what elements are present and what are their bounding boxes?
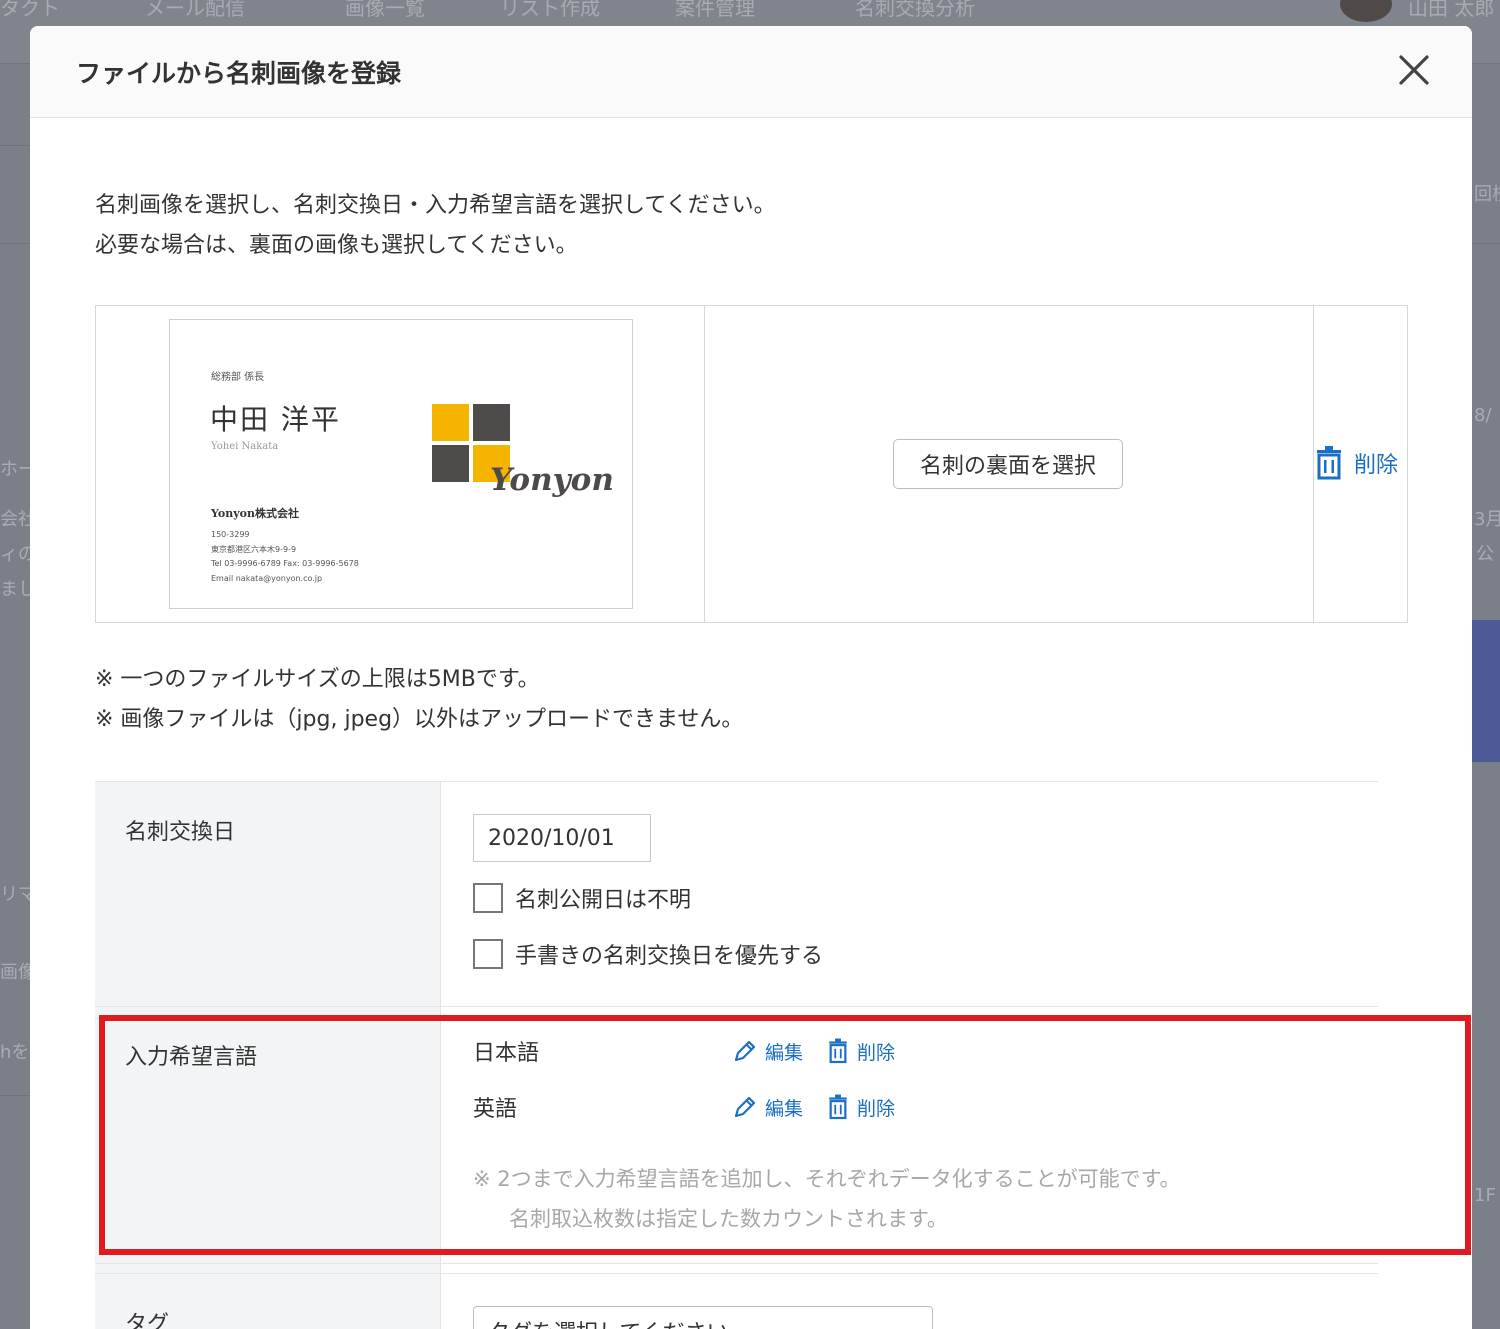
bg-fragment: 8/ [1474, 405, 1492, 426]
bg-user-name: 山田 太郎 [1408, 0, 1495, 20]
bg-fragment: 1F [1474, 1185, 1496, 1206]
exchange-date-row: 名刺交換日 名刺公開日は不明 手書きの名刺交換日を優先する [95, 781, 1378, 1006]
delete-language-button[interactable]: 削除 [827, 1038, 895, 1065]
handwritten-date-checkbox-row[interactable]: 手書きの名刺交換日を優先する [473, 938, 823, 970]
delete-language-button[interactable]: 削除 [827, 1094, 895, 1121]
edit-language-button[interactable]: 編集 [733, 1038, 803, 1065]
delete-image-button[interactable]: 削除 [1314, 446, 1398, 480]
row-spacer [95, 1006, 1378, 1018]
tag-select-placeholder: タグを選択してください [488, 1321, 729, 1329]
close-icon [1399, 55, 1429, 85]
bg-nav-item: 案件管理 [675, 0, 755, 20]
select-back-button[interactable]: 名刺の裏面を選択 [893, 439, 1123, 489]
language-row: 入力希望言語 日本語 編集 削除 英語 編集 削除 ※ 2つまで入力希望言語を追… [95, 1018, 1378, 1263]
language-note-line: 名刺取込枚数は指定した数カウントされます。 [509, 1207, 948, 1231]
bg-fragment: 3月 [1474, 509, 1500, 530]
delete-column: 削除 [1314, 306, 1407, 622]
close-button[interactable] [1392, 48, 1436, 92]
exchange-date-input[interactable] [473, 814, 651, 862]
modal-title: ファイルから名刺画像を登録 [76, 59, 402, 88]
bg-fragment: 回校 [1474, 184, 1500, 205]
tag-body: タグを選択してください [441, 1274, 1378, 1329]
bg-blue-panel [1472, 620, 1500, 762]
trash-icon [829, 1038, 847, 1064]
pencil-icon [734, 1040, 756, 1062]
settings-form: 名刺交換日 名刺公開日は不明 手書きの名刺交換日を優先する 入力希望言語 [95, 781, 1378, 1329]
card-address-line: 東京都港区六本木9-9-9 [211, 544, 297, 554]
register-card-modal: ファイルから名刺画像を登録 名刺画像を選択し、名刺交換日・入力希望言語を選択して… [30, 26, 1472, 1329]
instruction-line: 名刺画像を選択し、名刺交換日・入力希望言語を選択してください。 [95, 193, 776, 218]
bg-divider [1472, 243, 1500, 244]
language-note-line: ※ 2つまで入力希望言語を追加し、それぞれデータ化することが可能です。 [473, 1167, 1181, 1191]
bg-fragment: hを [0, 1042, 30, 1063]
spacer-label-cell [95, 1007, 441, 1018]
note-line: ※ 画像ファイルは（jpg, jpeg）以外はアップロードできません。 [95, 707, 744, 732]
card-address-line: Email nakata@yonyon.co.jp [211, 573, 323, 583]
business-card-preview: 総務部 係長 中田 洋平 Yohei Nakata Yonyon株式会社 150… [169, 319, 633, 609]
handwritten-date-label: 手書きの名刺交換日を優先する [515, 944, 824, 969]
modal-header: ファイルから名刺画像を登録 [30, 26, 1472, 118]
front-image-slot[interactable]: 総務部 係長 中田 洋平 Yohei Nakata Yonyon株式会社 150… [96, 306, 705, 622]
card-address-line: Tel 03-9996-6789 Fax: 03-9996-5678 [211, 559, 359, 568]
bg-divider [0, 145, 30, 146]
language-name: 日本語 [473, 1041, 540, 1066]
pencil-icon [734, 1096, 756, 1118]
tag-row: タグ タグを選択してください [95, 1273, 1378, 1329]
logo-square [432, 445, 469, 482]
instruction-line: 必要な場合は、裏面の画像も選択してください。 [95, 233, 578, 258]
tag-select[interactable]: タグを選択してください [473, 1306, 933, 1329]
unknown-date-checkbox[interactable] [473, 883, 503, 913]
language-label: 入力希望言語 [95, 1019, 441, 1263]
logo-square [473, 404, 510, 441]
language-item: 日本語 編集 削除 [473, 1035, 919, 1067]
bg-nav-item: 画像一覧 [345, 0, 425, 20]
trash-icon [829, 1094, 847, 1120]
delete-label: 削除 [1354, 453, 1399, 478]
bg-nav-item: タクト [0, 0, 60, 20]
logo-square [432, 404, 469, 441]
language-body: 日本語 編集 削除 英語 編集 削除 ※ 2つまで入力希望言語を追加し、それぞれ… [441, 1019, 1378, 1263]
unknown-date-label: 名刺公開日は不明 [515, 888, 692, 913]
card-company: Yonyon株式会社 [211, 507, 299, 520]
card-dept: 総務部 係長 [211, 372, 265, 383]
bg-divider [0, 243, 30, 244]
bg-fragment: 公 [1476, 544, 1494, 565]
card-address-line: 150-3299 [211, 530, 250, 539]
instructions: 名刺画像を選択し、名刺交換日・入力希望言語を選択してください。 必要な場合は、裏… [95, 186, 776, 266]
edit-label: 編集 [765, 1097, 804, 1120]
bg-nav-item: メール配信 [145, 0, 245, 20]
handwritten-date-checkbox[interactable] [473, 939, 503, 969]
row-spacer [95, 1263, 1378, 1273]
bg-nav-item: 名刺交換分析 [855, 0, 975, 20]
exchange-date-label: 名刺交換日 [95, 782, 441, 1006]
trash-icon [1317, 446, 1341, 480]
spacer-label-cell [95, 1264, 441, 1273]
delete-label: 削除 [857, 1097, 896, 1120]
card-address: 150-3299 東京都港区六本木9-9-9 Tel 03-9996-6789 … [211, 528, 359, 586]
card-logo-text: Yonyon [490, 462, 614, 498]
upload-notes: ※ 一つのファイルサイズの上限は5MBです。 ※ 画像ファイルは（jpg, jp… [95, 660, 743, 740]
language-note: ※ 2つまで入力希望言語を追加し、それぞれデータ化することが可能です。 名刺取込… [473, 1159, 1181, 1239]
bg-divider [0, 1095, 30, 1096]
edit-language-button[interactable]: 編集 [733, 1094, 803, 1121]
language-name: 英語 [473, 1097, 518, 1122]
back-image-slot: 名刺の裏面を選択 [705, 306, 1314, 622]
edit-label: 編集 [765, 1041, 804, 1064]
bg-nav-item: リスト作成 [500, 0, 600, 20]
card-name: 中田 洋平 [210, 403, 341, 436]
card-roman-name: Yohei Nakata [211, 441, 279, 452]
image-upload-area: 総務部 係長 中田 洋平 Yohei Nakata Yonyon株式会社 150… [95, 305, 1408, 623]
exchange-date-body: 名刺公開日は不明 手書きの名刺交換日を優先する [441, 782, 1378, 1006]
tag-label: タグ [95, 1274, 441, 1329]
note-line: ※ 一つのファイルサイズの上限は5MBです。 [95, 667, 540, 692]
bg-avatar [1340, 0, 1392, 22]
unknown-date-checkbox-row[interactable]: 名刺公開日は不明 [473, 882, 691, 914]
language-item: 英語 編集 削除 [473, 1091, 919, 1123]
delete-label: 削除 [857, 1041, 896, 1064]
